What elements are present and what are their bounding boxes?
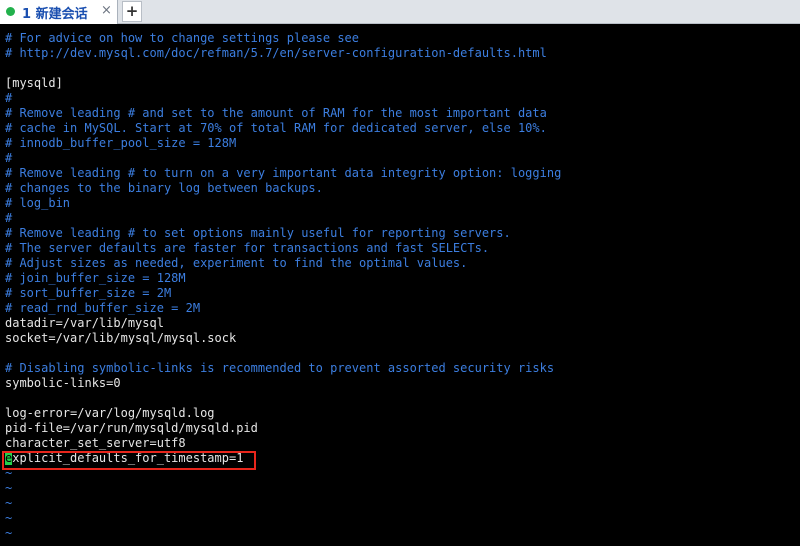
editor-line: datadir=/var/lib/mysql bbox=[5, 316, 164, 330]
new-tab-button[interactable]: + bbox=[122, 1, 142, 22]
connection-status-icon bbox=[6, 7, 15, 16]
tab-bar: 1 新建会话 × + bbox=[0, 0, 800, 24]
editor-line bbox=[5, 346, 561, 361]
editor-line: # read_rnd_buffer_size = 2M bbox=[5, 301, 201, 315]
config-line-text: xplicit_defaults_for_timestamp=1 bbox=[12, 451, 244, 465]
editor-line: [mysqld] bbox=[5, 76, 63, 90]
editor-line: symbolic-links=0 bbox=[5, 376, 121, 390]
editor-line: socket=/var/lib/mysql/mysql.sock bbox=[5, 331, 237, 345]
editor-line: ~ bbox=[5, 496, 13, 510]
editor-line: # For advice on how to change settings p… bbox=[5, 31, 360, 45]
editor-line bbox=[5, 391, 561, 406]
editor-line: # http://dev.mysql.com/doc/refman/5.7/en… bbox=[5, 46, 547, 60]
editor-line: # log_bin bbox=[5, 196, 71, 210]
editor-line: character_set_server=utf8 bbox=[5, 436, 186, 450]
editor-line: # Adjust sizes as needed, experiment to … bbox=[5, 256, 468, 270]
editor-line: # bbox=[5, 211, 13, 225]
editor-line: # innodb_buffer_pool_size = 128M bbox=[5, 136, 237, 150]
editor-line: # Remove leading # and set to the amount… bbox=[5, 106, 547, 120]
editor-line: ~ bbox=[5, 481, 13, 495]
editor-line: # cache in MySQL. Start at 70% of total … bbox=[5, 121, 547, 135]
editor-line: # Remove leading # to set options mainly… bbox=[5, 226, 511, 240]
editor-lines: # For advice on how to change settings p… bbox=[5, 31, 561, 541]
highlighted-config-line: explicit_defaults_for_timestamp=1 bbox=[5, 451, 561, 466]
editor-line: # bbox=[5, 91, 13, 105]
editor-line: # Disabling symbolic-links is recommende… bbox=[5, 361, 555, 375]
editor-line bbox=[5, 61, 561, 76]
editor-line: # changes to the binary log between back… bbox=[5, 181, 323, 195]
close-icon[interactable]: × bbox=[101, 3, 112, 18]
terminal-editor[interactable]: # For advice on how to change settings p… bbox=[0, 24, 800, 546]
editor-line: # join_buffer_size = 128M bbox=[5, 271, 186, 285]
tab-label: 1 新建会话 bbox=[22, 7, 88, 22]
editor-line: # sort_buffer_size = 2M bbox=[5, 286, 172, 300]
editor-line: # bbox=[5, 151, 13, 165]
editor-line: # Remove leading # to turn on a very imp… bbox=[5, 166, 562, 180]
editor-line: log-error=/var/log/mysqld.log bbox=[5, 406, 215, 420]
editor-line: ~ bbox=[5, 466, 13, 480]
editor-line: ~ bbox=[5, 526, 13, 540]
tab-session-1[interactable]: 1 新建会话 × bbox=[0, 0, 118, 24]
editor-line: ~ bbox=[5, 511, 13, 525]
editor-line: # The server defaults are faster for tra… bbox=[5, 241, 490, 255]
editor-line: pid-file=/var/run/mysqld/mysqld.pid bbox=[5, 421, 258, 435]
